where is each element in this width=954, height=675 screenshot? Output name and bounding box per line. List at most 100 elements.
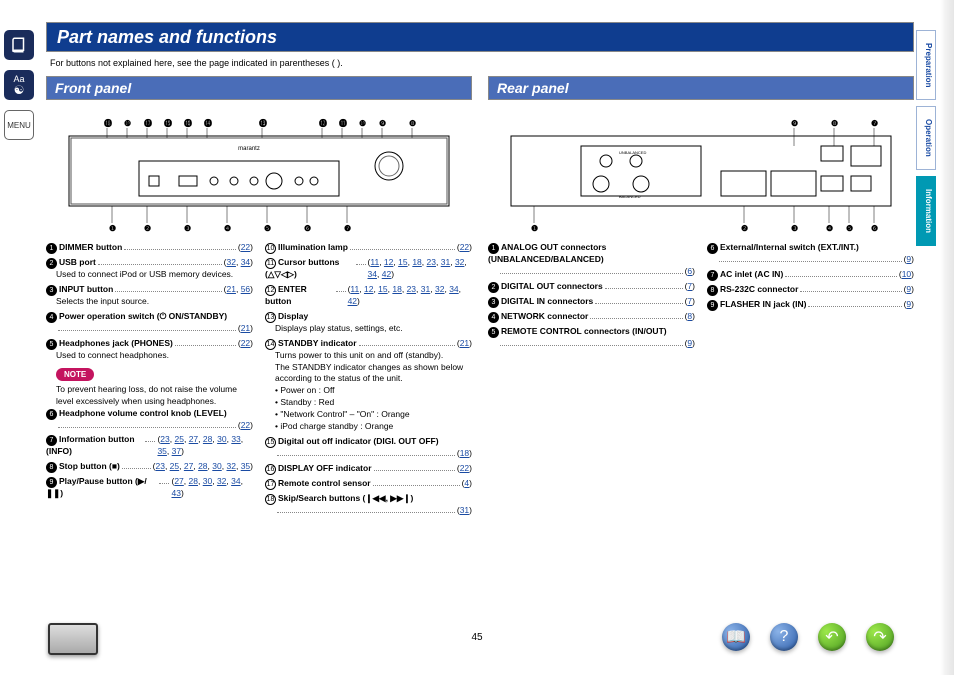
- help-icon[interactable]: ?: [770, 623, 798, 651]
- page-ref-link[interactable]: 28: [198, 461, 207, 471]
- page-ref-link[interactable]: 10: [902, 269, 911, 279]
- item-number: 5: [46, 339, 57, 350]
- page-ref-link[interactable]: 21: [241, 323, 250, 333]
- page-ref-link[interactable]: 30: [217, 434, 226, 444]
- item-pages: (18): [457, 448, 472, 460]
- page-ref-link[interactable]: 23: [160, 434, 169, 444]
- page-ref-link[interactable]: 9: [906, 299, 911, 309]
- page-ref-link[interactable]: 9: [687, 338, 692, 348]
- page-ref-link[interactable]: 22: [460, 242, 469, 252]
- forward-icon[interactable]: ↷: [866, 623, 894, 651]
- page-ref-link[interactable]: 31: [441, 257, 450, 267]
- tab-information[interactable]: Information: [916, 176, 936, 246]
- book-nav-icon[interactable]: 📖: [722, 623, 750, 651]
- page-ref-link[interactable]: 8: [687, 311, 692, 321]
- page-ref-link[interactable]: 32: [226, 257, 235, 267]
- page-ref-link[interactable]: 9: [906, 284, 911, 294]
- page-ref-link[interactable]: 42: [382, 269, 391, 279]
- page-ref-link[interactable]: 21: [226, 284, 235, 294]
- tab-preparation[interactable]: Preparation: [916, 30, 936, 100]
- page-ref-link[interactable]: 22: [460, 463, 469, 473]
- page-ref-link[interactable]: 37: [172, 446, 181, 456]
- page-ref-link[interactable]: 12: [364, 284, 373, 294]
- page-ref-link[interactable]: 9: [906, 254, 911, 264]
- item-extra: • Power on : Off: [265, 385, 472, 397]
- page-ref-link[interactable]: 30: [203, 476, 212, 486]
- page-ref-link[interactable]: 23: [407, 284, 416, 294]
- book-icon[interactable]: [4, 30, 34, 60]
- page-number: 45: [471, 632, 482, 643]
- item-number: 2: [46, 258, 57, 269]
- item-number: 6: [46, 409, 57, 420]
- page-ref-link[interactable]: 56: [241, 284, 250, 294]
- item-extra: • Standby : Red: [265, 397, 472, 409]
- page-ref-link[interactable]: 15: [398, 257, 407, 267]
- menu-button[interactable]: MENU: [4, 110, 34, 140]
- svg-text:❼: ❼: [871, 119, 878, 128]
- page-ref-link[interactable]: 11: [370, 257, 379, 267]
- page-ref-link[interactable]: 4: [464, 478, 469, 488]
- aa-glossary-icon[interactable]: Aa☯: [4, 70, 34, 100]
- page-ref-link[interactable]: 28: [203, 434, 212, 444]
- item-label: RS-232C connector: [720, 284, 798, 294]
- svg-text:❽: ❽: [409, 119, 416, 128]
- item-entry: 9FLASHER IN jack (IN) (9): [707, 299, 914, 311]
- page-ref-link[interactable]: 30: [212, 461, 221, 471]
- page-ref-link[interactable]: 25: [170, 461, 179, 471]
- page-ref-link[interactable]: 32: [435, 284, 444, 294]
- page-ref-link[interactable]: 22: [241, 338, 250, 348]
- item-number: 2: [488, 282, 499, 293]
- item-entry: 4NETWORK connector (8): [488, 311, 695, 323]
- item-label: ANALOG OUT connectors (UNBALANCED/BALANC…: [488, 242, 606, 264]
- svg-text:⓫: ⓫: [339, 118, 347, 128]
- page-ref-link[interactable]: 27: [189, 434, 198, 444]
- page-ref-link[interactable]: 11: [350, 284, 359, 294]
- front-panel-diagram: marantz ⓲❿⓱⓯⓰⓮⓭⓬⓫❿❾❽ ❶❷❸❹❺❻❼: [46, 106, 472, 236]
- page-ref-link[interactable]: 18: [460, 448, 469, 458]
- item-label: Display: [278, 311, 308, 321]
- page-ref-link[interactable]: 34: [368, 269, 377, 279]
- page-ref-link[interactable]: 28: [189, 476, 198, 486]
- svg-text:marantz: marantz: [238, 146, 260, 152]
- page-ref-link[interactable]: 31: [460, 505, 469, 515]
- page-ref-link[interactable]: 33: [231, 434, 240, 444]
- tab-operation[interactable]: Operation: [916, 106, 936, 170]
- page-ref-link[interactable]: 18: [392, 284, 401, 294]
- page-ref-link[interactable]: 7: [687, 296, 692, 306]
- svg-text:❷: ❷: [144, 224, 151, 233]
- page-ref-link[interactable]: 32: [217, 476, 226, 486]
- back-icon[interactable]: ↶: [818, 623, 846, 651]
- page-ref-link[interactable]: 18: [412, 257, 421, 267]
- item-entry: 7AC inlet (AC IN) (10): [707, 269, 914, 281]
- page-ref-link[interactable]: 34: [231, 476, 240, 486]
- page-ref-link[interactable]: 32: [455, 257, 464, 267]
- page-ref-link[interactable]: 42: [348, 296, 357, 306]
- page-ref-link[interactable]: 27: [184, 461, 193, 471]
- page-ref-link[interactable]: 21: [460, 338, 469, 348]
- footer: 45 📖 ? ↶ ↷: [0, 617, 954, 657]
- page-ref-link[interactable]: 23: [427, 257, 436, 267]
- page-ref-link[interactable]: 12: [384, 257, 393, 267]
- page-ref-link[interactable]: 22: [241, 242, 250, 252]
- page-ref-link[interactable]: 34: [449, 284, 458, 294]
- svg-text:❸: ❸: [184, 224, 191, 233]
- page-ref-link[interactable]: 34: [241, 257, 250, 267]
- page-ref-link[interactable]: 22: [241, 420, 250, 430]
- page-ref-link[interactable]: 6: [687, 266, 692, 276]
- note-badge: NOTE: [56, 368, 94, 381]
- rear-col-2: 6External/Internal switch (EXT./INT.) (9…: [707, 242, 914, 353]
- page-ref-link[interactable]: 32: [226, 461, 235, 471]
- page-ref-link[interactable]: 35: [241, 461, 250, 471]
- item-entry: 9Play/Pause button (▶/❚❚) (27, 28, 30, 3…: [46, 476, 253, 500]
- page-ref-link[interactable]: 31: [421, 284, 430, 294]
- page-ref-link[interactable]: 7: [687, 281, 692, 291]
- item-number: 7: [707, 270, 718, 281]
- page-ref-link[interactable]: 15: [378, 284, 387, 294]
- item-label: DIGITAL OUT connectors: [501, 281, 603, 291]
- svg-text:❹: ❹: [826, 224, 833, 233]
- page-ref-link[interactable]: 25: [175, 434, 184, 444]
- page-ref-link[interactable]: 43: [171, 488, 180, 498]
- page-ref-link[interactable]: 23: [155, 461, 164, 471]
- page-ref-link[interactable]: 35: [157, 446, 166, 456]
- page-ref-link[interactable]: 27: [174, 476, 183, 486]
